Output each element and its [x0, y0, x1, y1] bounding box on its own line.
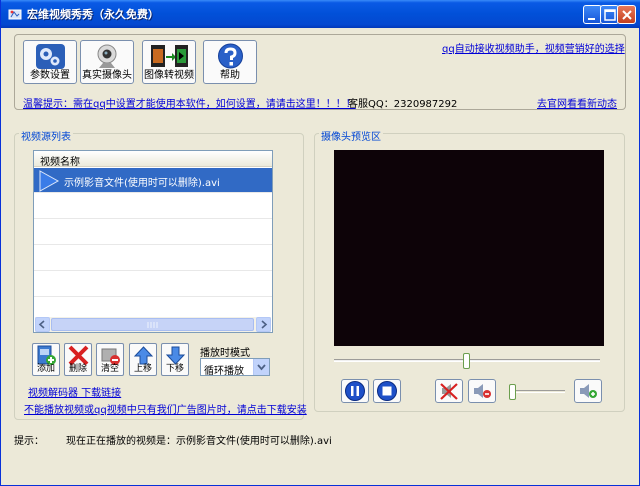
- qq-auto-receive-link[interactable]: qq自动接收视频助手，视频营销好的选择: [442, 40, 625, 55]
- empty-row: [34, 194, 272, 219]
- close-button[interactable]: [617, 5, 636, 24]
- install-help-link[interactable]: 不能播放视频或qq视频中只有我们广告图片时，请点击下载安装: [24, 401, 307, 416]
- add-button[interactable]: 添加: [32, 343, 60, 376]
- move-down-label: 下移: [165, 364, 184, 374]
- volume-slider[interactable]: [510, 390, 565, 393]
- playback-position-thumb[interactable]: [463, 353, 470, 369]
- play-mode-select[interactable]: 循环播放: [200, 358, 270, 377]
- video-list-row-name: 示例影音文件(使用时可以删除).avi: [64, 178, 220, 189]
- grip-icon: [147, 322, 158, 328]
- app-icon: [8, 9, 22, 20]
- volume-up-button[interactable]: [574, 379, 602, 403]
- play-mode-label: 播放时模式: [200, 348, 250, 359]
- scroll-left-button[interactable]: [35, 317, 50, 332]
- move-down-button[interactable]: 下移: [161, 343, 189, 376]
- scroll-thumb[interactable]: [51, 318, 254, 331]
- window-title: 宏维视频秀秀（永久免费）: [27, 8, 159, 21]
- dropdown-arrow[interactable]: [253, 359, 269, 375]
- params-button[interactable]: 参数设置: [23, 40, 77, 84]
- chevron-right-icon: [261, 320, 268, 329]
- status-label: 提示：: [14, 436, 44, 447]
- clear-label: 清空: [100, 364, 119, 374]
- video-list[interactable]: 视频名称 示例影音文件(使用时可以删除).avi: [33, 150, 273, 333]
- delete-button[interactable]: 删除: [64, 343, 92, 376]
- help-button[interactable]: 帮助: [203, 40, 257, 84]
- volume-thumb[interactable]: [508, 384, 516, 400]
- decoder-download-link[interactable]: 视频解码器 下载链接: [28, 384, 121, 399]
- add-label: 添加: [36, 364, 55, 374]
- move-up-label: 上移: [133, 364, 152, 374]
- video-list-group-title: 视频源列表: [19, 128, 73, 143]
- help-label: 帮助: [220, 70, 240, 81]
- pause-icon: [345, 381, 365, 401]
- video-list-row[interactable]: 示例影音文件(使用时可以删除).avi: [34, 168, 272, 193]
- move-up-button[interactable]: 上移: [129, 343, 157, 376]
- camera-label: 真实摄像头: [82, 70, 132, 81]
- stop-icon: [377, 381, 397, 401]
- volume-down-icon: [474, 384, 491, 398]
- column-header-label: 视频名称: [40, 157, 80, 168]
- mute-icon: [440, 383, 458, 400]
- chevron-down-icon: [257, 364, 266, 371]
- preview-group-title: 摄像头预览区: [319, 128, 383, 143]
- play-mode-value: 循环播放: [204, 366, 244, 377]
- website-link[interactable]: 去官网看看新动态: [537, 95, 617, 110]
- clear-button[interactable]: 清空: [96, 343, 124, 376]
- main-window: 宏维视频秀秀（永久免费） 参数设置 真实摄像头 图像转视频 帮助 qq自动接收视…: [0, 0, 640, 486]
- play-triangle-icon: [39, 170, 60, 192]
- image-to-video-label: 图像转视频: [144, 70, 194, 81]
- scroll-right-button[interactable]: [256, 317, 271, 332]
- stop-button[interactable]: [373, 379, 401, 403]
- camera-button[interactable]: 真实摄像头: [80, 40, 134, 84]
- pause-button[interactable]: [341, 379, 369, 403]
- delete-label: 删除: [68, 364, 87, 374]
- horizontal-scrollbar[interactable]: [35, 317, 271, 332]
- empty-row: [34, 246, 272, 271]
- camera-preview: [334, 150, 604, 346]
- empty-row: [34, 272, 272, 297]
- setup-tip-link[interactable]: 温馨提示：需在qq中设置才能使用本软件，如何设置，请请击这里！！！！: [23, 95, 356, 110]
- chevron-left-icon: [38, 320, 45, 329]
- params-label: 参数设置: [30, 70, 70, 81]
- volume-down-button[interactable]: [468, 379, 496, 403]
- close-icon: [622, 10, 632, 20]
- status-message: 现在正在播放的视频是：示例影音文件(使用时可以删除).avi: [66, 436, 332, 447]
- volume-up-icon: [580, 384, 597, 398]
- empty-row: [34, 220, 272, 245]
- title-bar[interactable]: 宏维视频秀秀（永久免费）: [1, 0, 640, 28]
- service-qq: 客服QQ：2320987292: [348, 99, 458, 110]
- mute-button[interactable]: [435, 379, 463, 403]
- image-to-video-button[interactable]: 图像转视频: [142, 40, 196, 84]
- column-header-video-name[interactable]: 视频名称: [34, 151, 272, 168]
